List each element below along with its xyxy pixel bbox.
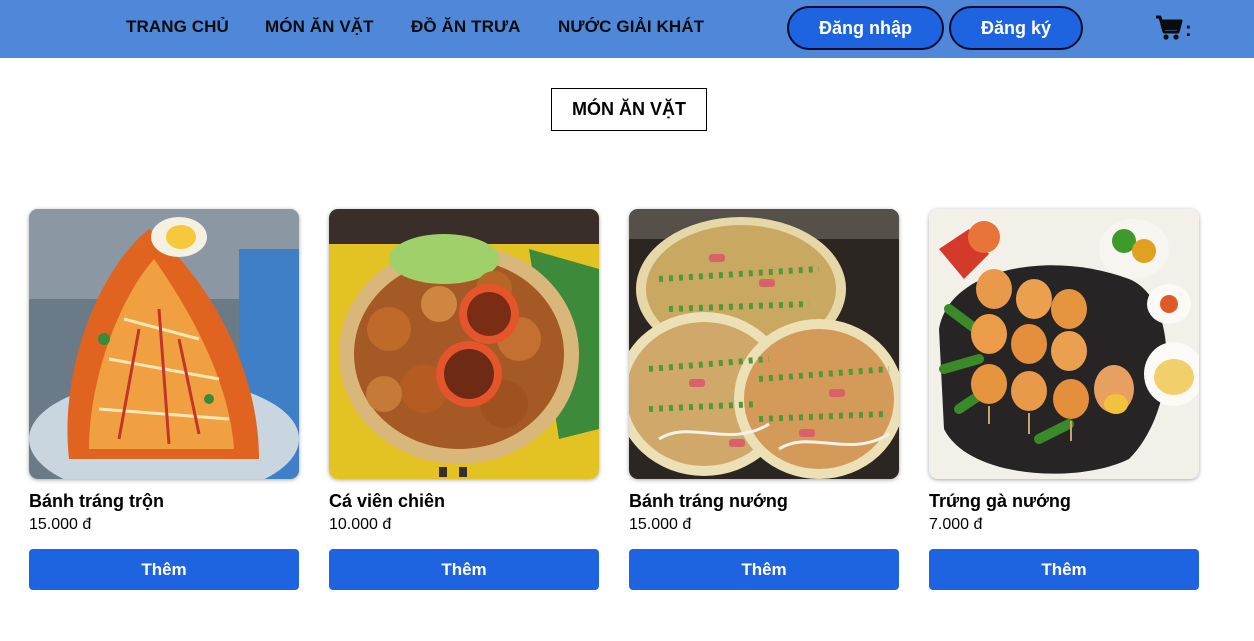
- product-card: Bánh tráng trộn 15.000 đ Thêm: [29, 209, 299, 590]
- nav-link-trang-chu[interactable]: TRANG CHỦ: [126, 17, 229, 37]
- banh-trang-tron-photo[interactable]: [29, 209, 299, 479]
- login-button[interactable]: Đăng nhập: [787, 6, 944, 50]
- cart-button[interactable]: :: [1155, 15, 1192, 46]
- add-to-cart-button[interactable]: Thêm: [929, 549, 1199, 590]
- product-name: Bánh tráng nướng: [629, 491, 788, 511]
- product-price: 7.000 đ: [929, 516, 983, 533]
- nav-link-nuoc-giai-khat[interactable]: NƯỚC GIẢI KHÁT: [558, 17, 704, 37]
- nav-link-mon-an-vat[interactable]: MÓN ĂN VẶT: [265, 17, 374, 37]
- product-card: Bánh tráng nướng 15.000 đ Thêm: [629, 209, 899, 590]
- register-button[interactable]: Đăng ký: [949, 6, 1083, 50]
- product-price: 15.000 đ: [629, 516, 692, 533]
- product-price: 15.000 đ: [29, 516, 92, 533]
- product-name: Bánh tráng trộn: [29, 491, 164, 511]
- add-to-cart-button[interactable]: Thêm: [29, 549, 299, 590]
- shopping-cart-icon: [1155, 15, 1183, 46]
- add-to-cart-button[interactable]: Thêm: [629, 549, 899, 590]
- product-card: Trứng gà nướng 7.000 đ Thêm: [929, 209, 1199, 590]
- section-title: MÓN ĂN VẶT: [551, 88, 707, 131]
- cart-count-label: :: [1185, 19, 1192, 41]
- top-navbar: TRANG CHỦ MÓN ĂN VẶT ĐỒ ĂN TRƯA NƯỚC GIẢ…: [0, 0, 1254, 58]
- ca-vien-chien-photo[interactable]: [329, 209, 599, 479]
- add-to-cart-button[interactable]: Thêm: [329, 549, 599, 590]
- product-name: Trứng gà nướng: [929, 491, 1071, 511]
- trung-ga-nuong-photo[interactable]: [929, 209, 1199, 479]
- nav-link-do-an-trua[interactable]: ĐỒ ĂN TRƯA: [411, 17, 521, 37]
- product-name: Cá viên chiên: [329, 491, 446, 511]
- product-card: Cá viên chiên 10.000 đ Thêm: [329, 209, 599, 590]
- product-price: 10.000 đ: [329, 516, 392, 533]
- banh-trang-nuong-photo[interactable]: [629, 209, 899, 479]
